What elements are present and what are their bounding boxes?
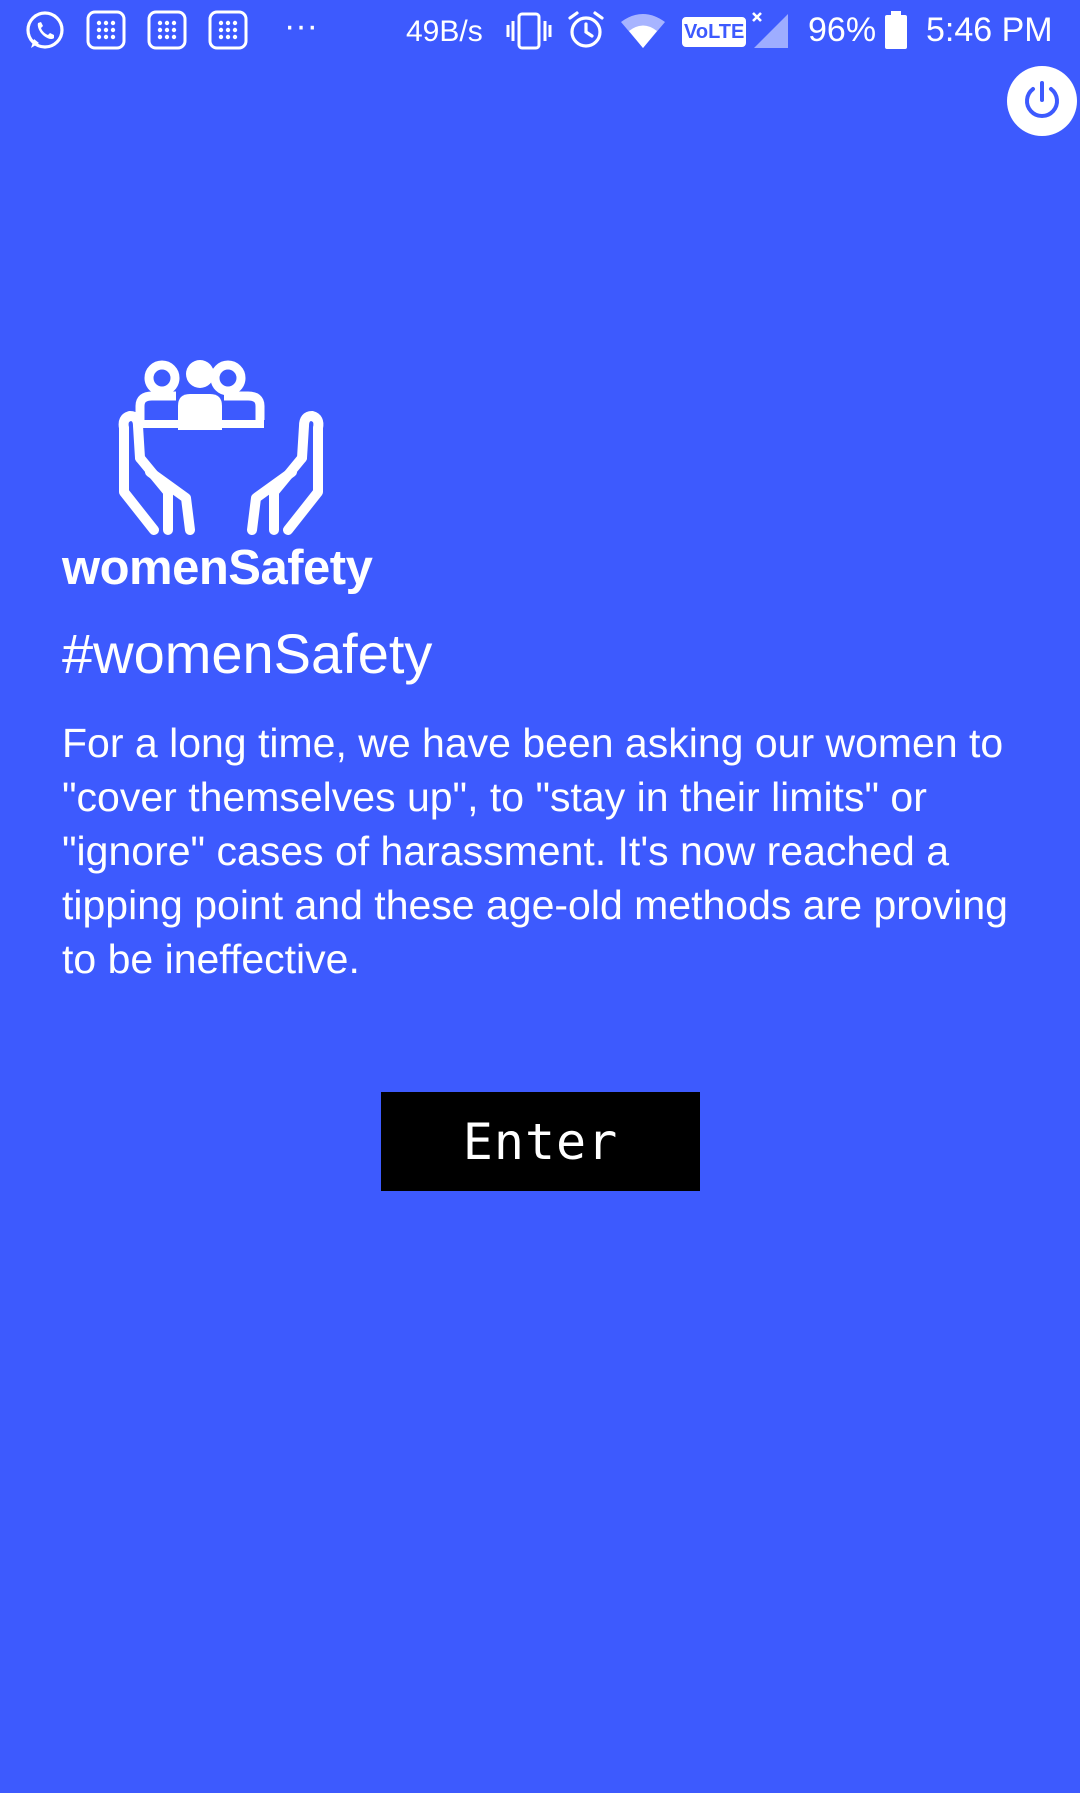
alarm-icon — [568, 11, 604, 48]
brand-logo-text: womenSafety — [62, 541, 373, 595]
whatsapp-icon — [26, 11, 64, 49]
battery-percent: 96% — [808, 11, 877, 49]
grid-app-icon — [208, 10, 248, 50]
page-title: #womenSafety — [62, 622, 433, 685]
enter-button[interactable]: Enter — [381, 1092, 700, 1191]
status-bar: ··· 49B/s VoLTE 96% 5:46 PM — [0, 0, 1080, 62]
people-in-hands-icon — [118, 360, 324, 535]
grid-app-icon — [86, 10, 126, 50]
power-icon — [1025, 81, 1059, 118]
signal-icon — [752, 12, 788, 48]
clock: 5:46 PM — [926, 11, 1053, 49]
wifi-icon — [621, 14, 665, 48]
network-speed: 49B/s — [406, 15, 483, 48]
overflow-dots: ··· — [284, 7, 318, 45]
volte-badge: VoLTE — [682, 17, 746, 47]
vibrate-icon — [506, 12, 552, 50]
battery-icon — [885, 11, 907, 49]
power-button[interactable] — [1007, 66, 1077, 136]
grid-app-icon — [147, 10, 187, 50]
intro-paragraph: For a long time, we have been asking our… — [62, 720, 1008, 982]
